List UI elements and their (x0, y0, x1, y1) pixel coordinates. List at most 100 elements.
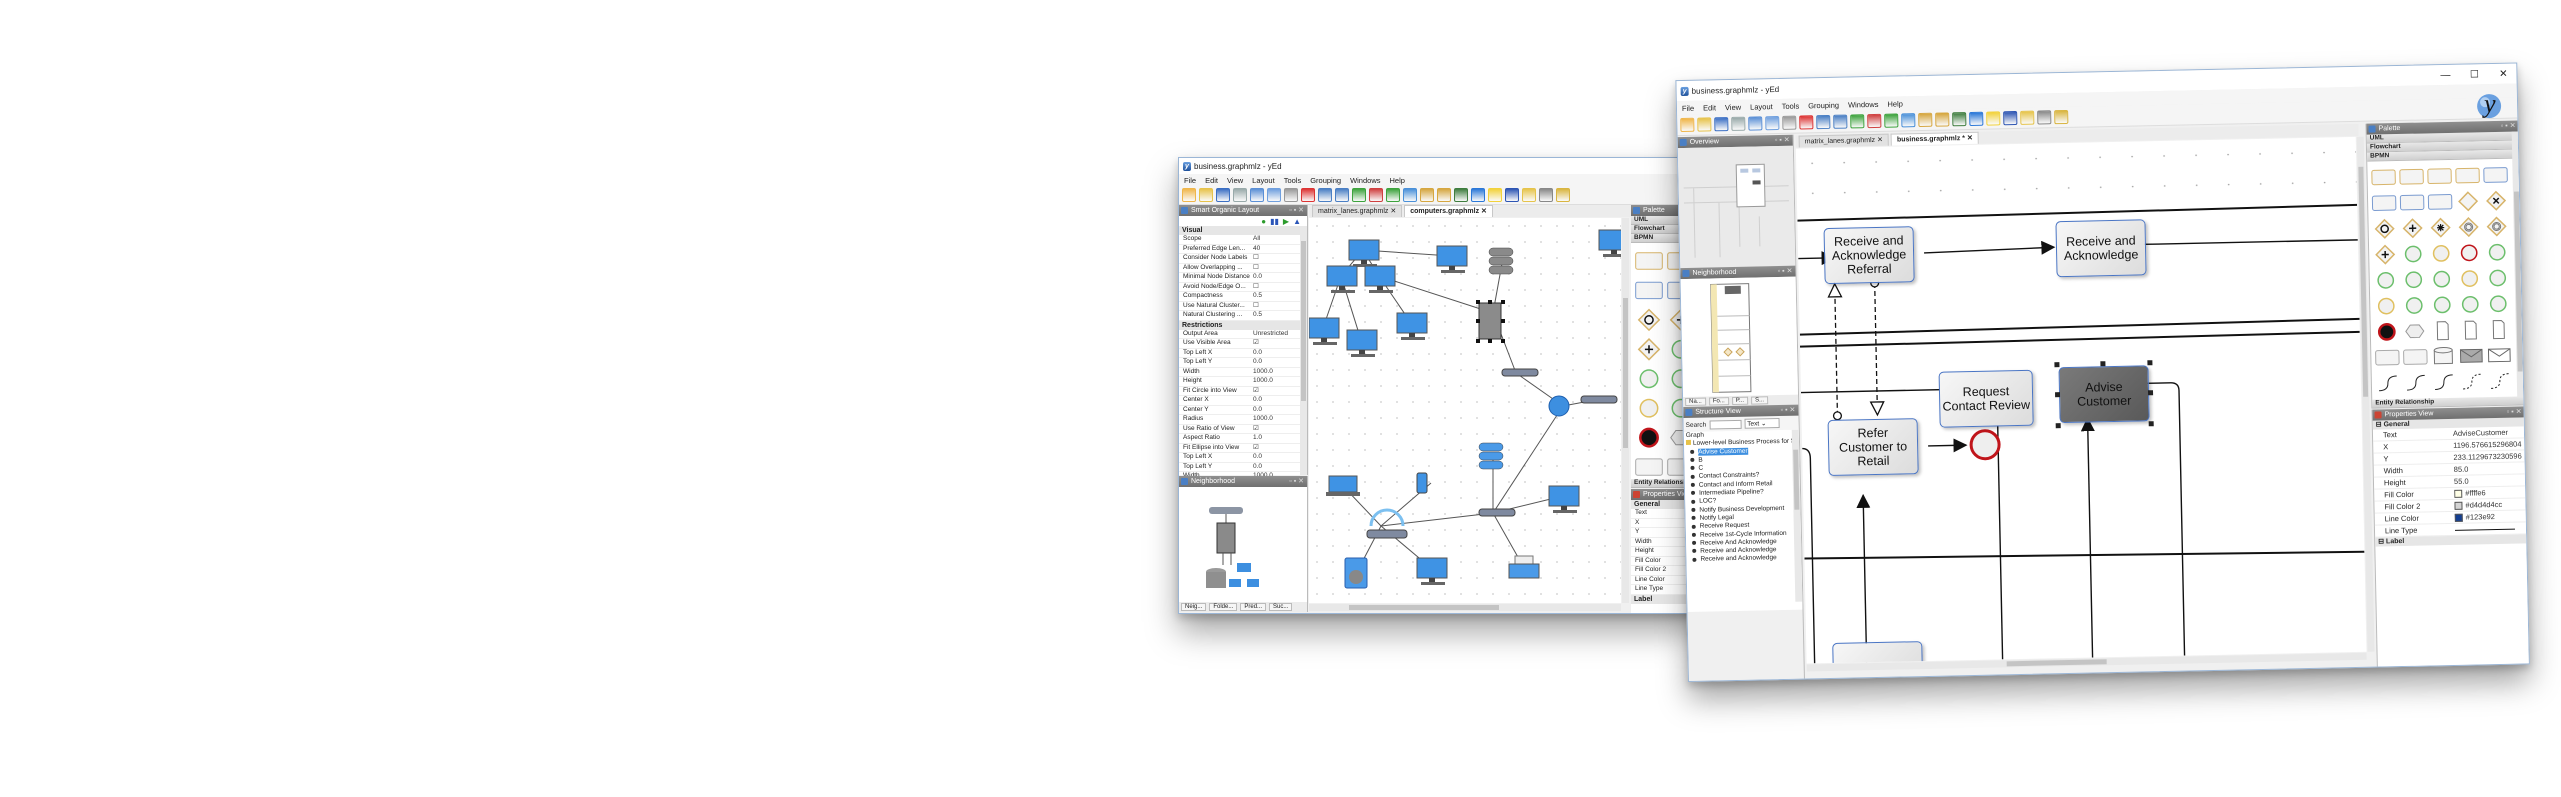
selection-handle[interactable] (1501, 300, 1505, 304)
palette-item-pool-icon[interactable] (2399, 168, 2424, 185)
layout-property-row[interactable]: Top Left X 0.0 (1179, 349, 1307, 358)
palette-item-evtEnd-icon[interactable] (2377, 322, 2396, 341)
toolbar-button-icon[interactable] (1284, 188, 1298, 202)
palette-item-evtYellow-icon[interactable] (1639, 398, 1659, 418)
toolbar-button-icon[interactable] (1850, 114, 1865, 129)
selection-handle[interactable] (2147, 390, 2154, 396)
panel-controls[interactable]: ▫ ▪ ✕ (1289, 205, 1304, 216)
palette-item-mail-icon[interactable] (2459, 348, 2483, 363)
structure-search-input[interactable] (1709, 419, 1742, 429)
tab-computers[interactable]: computers.graphmlz ✕ (1404, 205, 1493, 217)
toolbar-button-icon[interactable] (1816, 114, 1831, 130)
layout-property-row[interactable]: Aspect Ratio 1.0 (1179, 434, 1307, 444)
tree-item[interactable]: Receive and Acknowledge (1686, 554, 1801, 565)
task-refer-customer-retail[interactable]: Refer Customer to Retail (1827, 418, 1919, 477)
toolbar-button-icon[interactable] (1952, 112, 1967, 127)
palette-item-task-icon[interactable] (2371, 195, 2397, 211)
collapse-icon[interactable]: ▲ (1293, 217, 1301, 226)
edge[interactable] (1996, 419, 2004, 660)
layout-property-row[interactable]: Use Natural Cluster... ☐ (1179, 302, 1307, 311)
toolbar-button-icon[interactable] (1731, 116, 1746, 131)
panel-controls[interactable]: ▫ ▪ ✕ (1289, 476, 1304, 487)
color-swatch[interactable] (2454, 513, 2463, 522)
monitor-icon[interactable] (1416, 557, 1448, 585)
laptop-icon[interactable] (1326, 475, 1360, 496)
layout-property-row[interactable]: Allow Overlapping ... ☐ (1179, 264, 1307, 273)
palette-item-evtGreen-icon[interactable] (2489, 295, 2507, 313)
property-value[interactable]: 40 (1253, 245, 1307, 254)
task-advise-customer[interactable]: Advise Customer (2058, 365, 2150, 424)
globe-icon[interactable] (1548, 395, 1570, 417)
palette-item-evtGreen-icon[interactable] (2377, 271, 2395, 289)
tab-folders[interactable]: Folde... (1209, 603, 1238, 611)
palette-item-doc-icon[interactable] (2492, 319, 2505, 340)
edge[interactable] (1835, 284, 1838, 416)
toolbar-button-icon[interactable] (1697, 117, 1712, 132)
palette-item-evtGreen-icon[interactable] (2489, 269, 2507, 287)
toolbar-button-icon[interactable] (1522, 188, 1536, 202)
property-value[interactable]: 0.0 (1253, 396, 1307, 405)
layout-property-row[interactable]: Width 1000.0 (1179, 368, 1307, 377)
layout-property-row[interactable]: Fit Ellipse into View ☑ (1179, 444, 1307, 453)
toolbar-button-icon[interactable] (1318, 188, 1332, 202)
palette-item-rect-icon[interactable] (2403, 349, 2428, 365)
palette-item-evtRed-icon[interactable] (2460, 244, 2478, 262)
apply-icon[interactable]: ● (1261, 217, 1266, 226)
selection-handle[interactable] (1501, 339, 1505, 343)
panel-controls[interactable]: ▫ ▪ ✕ (1775, 135, 1790, 146)
property-value[interactable]: All (1253, 235, 1307, 244)
toolbar-button-icon[interactable] (1884, 113, 1899, 128)
panel-controls[interactable]: ▫ ▪ ✕ (1781, 405, 1796, 416)
canvas-scrollbar-v[interactable] (1622, 218, 1629, 603)
toolbar-button-icon[interactable] (1403, 188, 1417, 202)
selection-handle[interactable] (2100, 361, 2106, 367)
tab-matrix-lanes[interactable]: matrix_lanes.graphmlz ✕ (1312, 205, 1403, 217)
canvas-scrollbar-h[interactable] (1309, 604, 1621, 611)
property-value[interactable]: #d4d4d4cc (2454, 498, 2526, 511)
palette-item-gatewayX-icon[interactable] (2486, 190, 2507, 211)
edge[interactable] (1924, 240, 2056, 255)
layout-property-row[interactable]: Top Left Y 0.0 (1179, 463, 1307, 472)
palette-item-gatewayO-icon[interactable] (2374, 218, 2395, 239)
palette-item-db-icon[interactable] (2433, 346, 2453, 365)
tab-predecessors[interactable]: P... (1731, 396, 1749, 406)
palette-item-gatewayC-icon[interactable] (2458, 217, 2479, 238)
palette-item-evtYellow-icon[interactable] (2377, 297, 2395, 315)
toolbar-button-icon[interactable] (1250, 188, 1264, 202)
toolbar-button-icon[interactable] (1352, 188, 1366, 202)
switch-icon[interactable] (1580, 395, 1618, 404)
property-value[interactable]: ☐ (1253, 302, 1307, 311)
property-value[interactable]: ☐ (1253, 283, 1307, 292)
toolbar-button-icon[interactable] (1918, 112, 1933, 128)
palette-item-pool-icon[interactable] (2371, 169, 2396, 186)
layout-property-row[interactable]: Top Left Y 0.0 (1179, 358, 1307, 368)
toolbar-button-icon[interactable] (1369, 188, 1383, 202)
property-value[interactable]: ☑ (1253, 444, 1307, 453)
monitor-icon[interactable] (1598, 229, 1630, 257)
edge[interactable] (2143, 239, 2358, 246)
task-receive-acknowledge-referral[interactable]: Receive and Acknowledge Referral (1823, 226, 1915, 285)
palette-item-hex-icon[interactable] (2405, 324, 2425, 339)
menu-tools[interactable]: Tools (1284, 176, 1302, 185)
property-value[interactable]: 0.5 (1253, 292, 1307, 301)
server-icon[interactable] (1476, 300, 1505, 343)
property-value[interactable]: 1000.0 (1253, 415, 1307, 424)
menu-layout[interactable]: Layout (1252, 176, 1275, 185)
menu-file[interactable]: File (1682, 103, 1694, 112)
property-value[interactable]: ☐ (1253, 264, 1307, 273)
monitor-icon[interactable] (1326, 265, 1358, 293)
menu-help[interactable]: Help (1887, 99, 1903, 108)
menu-grouping[interactable]: Grouping (1310, 176, 1341, 185)
layout-property-row[interactable]: Fit Circle into View ☑ (1179, 387, 1307, 396)
selection-handle[interactable] (1476, 319, 1480, 323)
panel-controls[interactable]: ▫ ▪ ✕ (2501, 121, 2516, 132)
monitor-icon[interactable] (1346, 329, 1378, 357)
menu-help[interactable]: Help (1390, 176, 1405, 185)
network-canvas[interactable] (1308, 218, 1630, 603)
palette-item-gatewayPlus-icon[interactable] (2375, 244, 2396, 265)
layout-property-row[interactable]: Natural Clustering ... 0.5 (1179, 311, 1307, 321)
selection-handle[interactable] (1488, 339, 1492, 343)
close-button[interactable]: ✕ (2490, 68, 2516, 80)
speaker-icon[interactable] (1344, 557, 1368, 589)
layout-property-row[interactable]: Center X 0.0 (1179, 396, 1307, 406)
